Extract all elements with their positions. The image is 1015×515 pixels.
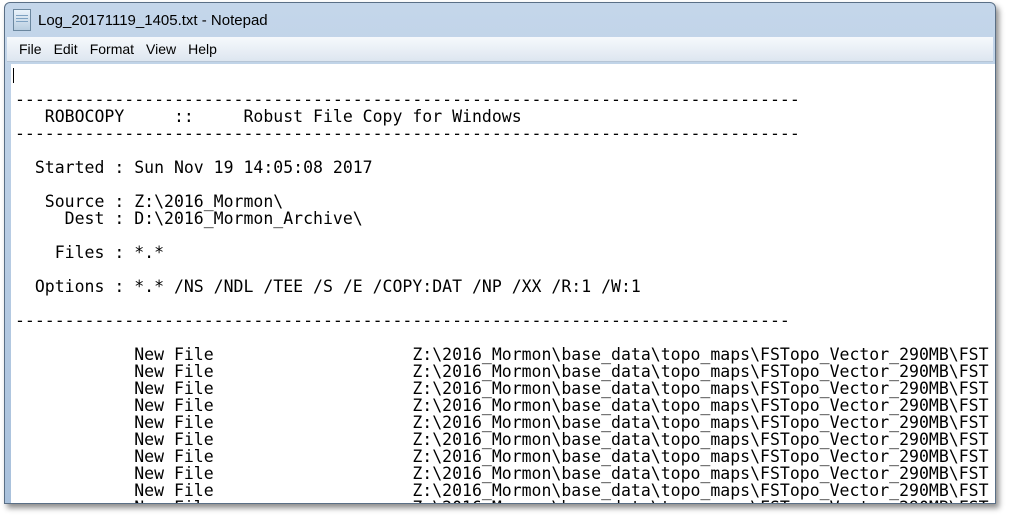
log-line: Files : *.*	[15, 243, 165, 262]
log-line: ----------------------------------------…	[15, 311, 790, 330]
log-line: Source : Z:\2016_Mormon\	[15, 192, 284, 211]
log-line: Dest : D:\2016_Mormon_Archive\	[15, 209, 363, 228]
text-caret	[13, 68, 14, 83]
log-line: Started : Sun Nov 19 14:05:08 2017	[15, 158, 373, 177]
menu-edit[interactable]: Edit	[48, 41, 84, 57]
menu-view[interactable]: View	[140, 41, 182, 57]
log-line: New File Z:\2016_Mormon\base_data\topo_m…	[15, 413, 989, 432]
log-line: New File Z:\2016_Mormon\base_data\topo_m…	[15, 379, 989, 398]
log-line: New File Z:\2016_Mormon\base_data\topo_m…	[15, 345, 989, 364]
log-line: New File Z:\2016_Mormon\base_data\topo_m…	[15, 499, 988, 503]
log-line: New File Z:\2016_Mormon\base_data\topo_m…	[15, 447, 989, 466]
menu-help[interactable]: Help	[182, 41, 223, 57]
title-bar[interactable]: Log_20171119_1405.txt - Notepad	[5, 3, 995, 37]
log-line: New File Z:\2016_Mormon\base_data\topo_m…	[15, 396, 989, 415]
notepad-icon	[13, 9, 31, 31]
log-line: Options : *.* /NS /NDL /TEE /S /E /COPY:…	[15, 277, 641, 296]
text-editor[interactable]: ----------------------------------------…	[11, 64, 995, 503]
log-line: ROBOCOPY :: Robust File Copy for Windows	[15, 107, 522, 126]
menu-format[interactable]: Format	[84, 41, 140, 57]
log-line: ----------------------------------------…	[15, 124, 800, 143]
log-line: New File Z:\2016_Mormon\base_data\topo_m…	[15, 481, 989, 500]
log-line: ----------------------------------------…	[15, 90, 800, 109]
window-title: Log_20171119_1405.txt - Notepad	[38, 11, 268, 29]
menu-bar: File Edit Format View Help	[7, 37, 993, 62]
log-line: New File Z:\2016_Mormon\base_data\topo_m…	[15, 430, 989, 449]
log-line: New File Z:\2016_Mormon\base_data\topo_m…	[15, 464, 989, 483]
log-content: ----------------------------------------…	[15, 74, 989, 503]
menu-file[interactable]: File	[13, 41, 48, 57]
log-line: New File Z:\2016_Mormon\base_data\topo_m…	[15, 362, 989, 381]
notepad-window: Log_20171119_1405.txt - Notepad File Edi…	[4, 2, 996, 504]
